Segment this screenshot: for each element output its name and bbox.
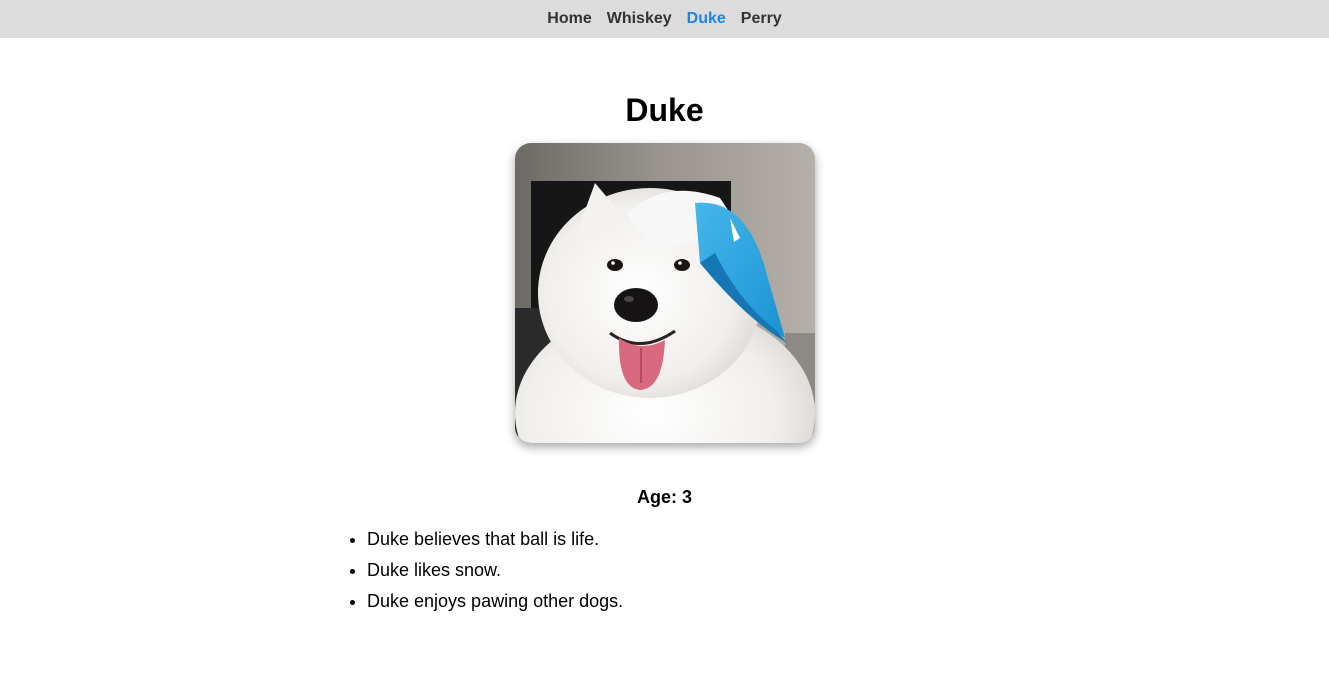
page-title: Duke (625, 92, 704, 128)
dog-detail: Duke Age: 3 • Duke believes that ball is… (0, 92, 1329, 612)
list-item: Duke believes that ball is life. (367, 528, 1329, 550)
list-item: Duke likes snow. (367, 559, 1329, 581)
top-navbar: Home Whiskey Duke Perry (0, 0, 1329, 38)
nav-link-duke[interactable]: Duke (687, 10, 726, 28)
dog-facts-list: Duke believes that ball is life. Duke li… (0, 528, 1329, 612)
dog-photo (514, 143, 815, 443)
nav-link-whiskey[interactable]: Whiskey (607, 10, 672, 28)
nav-link-home[interactable]: Home (547, 10, 591, 28)
nav-link-perry[interactable]: Perry (741, 10, 782, 28)
dog-age: Age: 3 (636, 487, 692, 507)
list-item: Duke enjoys pawing other dogs. (367, 590, 1329, 612)
